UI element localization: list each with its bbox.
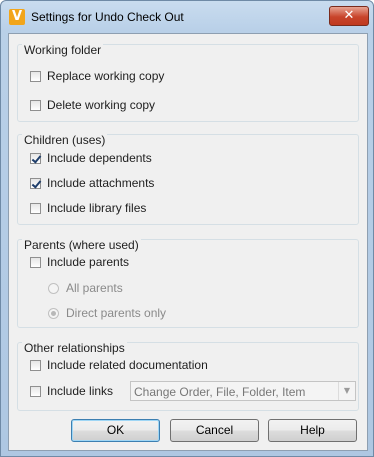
include-library-files-checkbox[interactable] <box>30 202 41 214</box>
cancel-button[interactable]: Cancel <box>170 419 259 442</box>
include-attachments-option[interactable]: Include attachments <box>30 174 154 192</box>
working-folder-group-label: Working folder <box>22 43 104 57</box>
include-links-checkbox[interactable] <box>30 385 41 397</box>
window-title: Settings for Undo Check Out <box>31 10 184 24</box>
delete-working-copy-option[interactable]: Delete working copy <box>30 96 155 114</box>
close-button[interactable]: ✕ <box>329 6 369 26</box>
include-dependents-checkbox[interactable] <box>30 152 41 164</box>
include-dependents-option[interactable]: Include dependents <box>30 149 152 167</box>
chevron-down-icon[interactable]: ▼ <box>338 382 355 400</box>
ok-button[interactable]: OK <box>71 419 160 442</box>
include-related-documentation-checkbox[interactable] <box>30 359 41 371</box>
title-bar: V Settings for Undo Check Out ✕ <box>1 1 373 33</box>
include-related-documentation-option[interactable]: Include related documentation <box>30 356 208 374</box>
include-attachments-checkbox[interactable] <box>30 177 41 189</box>
delete-working-copy-label: Delete working copy <box>47 98 156 112</box>
include-parents-label: Include parents <box>47 255 130 269</box>
parents-group-label: Parents (where used) <box>22 238 141 252</box>
other-relationships-group: Other relationships Include related docu… <box>17 341 359 411</box>
links-types-value: Change Order, File, Folder, Item <box>134 385 306 399</box>
delete-working-copy-checkbox[interactable] <box>30 99 41 111</box>
include-library-files-label: Include library files <box>47 201 147 215</box>
direct-parents-only-label: Direct parents only <box>66 306 167 320</box>
children-group-label: Children (uses) <box>22 133 108 147</box>
children-group: Children (uses) Include dependents Inclu… <box>17 133 359 225</box>
direct-parents-only-option[interactable]: Direct parents only <box>48 304 166 322</box>
parents-group: Parents (where used) Include parents All… <box>17 238 359 328</box>
include-related-documentation-label: Include related documentation <box>47 358 208 372</box>
include-parents-option[interactable]: Include parents <box>30 253 129 271</box>
all-parents-label: All parents <box>66 281 123 295</box>
replace-working-copy-label: Replace working copy <box>47 69 165 83</box>
replace-working-copy-option[interactable]: Replace working copy <box>30 67 164 85</box>
working-folder-group: Working folder Replace working copy Dele… <box>17 43 359 122</box>
include-links-option[interactable]: Include links <box>30 382 113 400</box>
vault-app-icon: V <box>9 9 25 25</box>
replace-working-copy-checkbox[interactable] <box>30 70 41 82</box>
dialog-client-area: Working folder Replace working copy Dele… <box>8 33 368 451</box>
dialog-window: V Settings for Undo Check Out ✕ Working … <box>0 0 374 457</box>
include-dependents-label: Include dependents <box>47 151 152 165</box>
help-button[interactable]: Help <box>268 419 357 442</box>
include-parents-checkbox[interactable] <box>30 256 41 268</box>
other-relationships-group-label: Other relationships <box>22 341 127 355</box>
links-types-combobox[interactable]: Change Order, File, Folder, Item ▼ <box>130 381 356 401</box>
include-attachments-label: Include attachments <box>47 176 155 190</box>
direct-parents-only-radio[interactable] <box>48 307 59 319</box>
all-parents-radio[interactable] <box>48 282 59 294</box>
include-links-label: Include links <box>47 384 114 398</box>
all-parents-option[interactable]: All parents <box>48 279 123 297</box>
include-library-files-option[interactable]: Include library files <box>30 199 146 217</box>
